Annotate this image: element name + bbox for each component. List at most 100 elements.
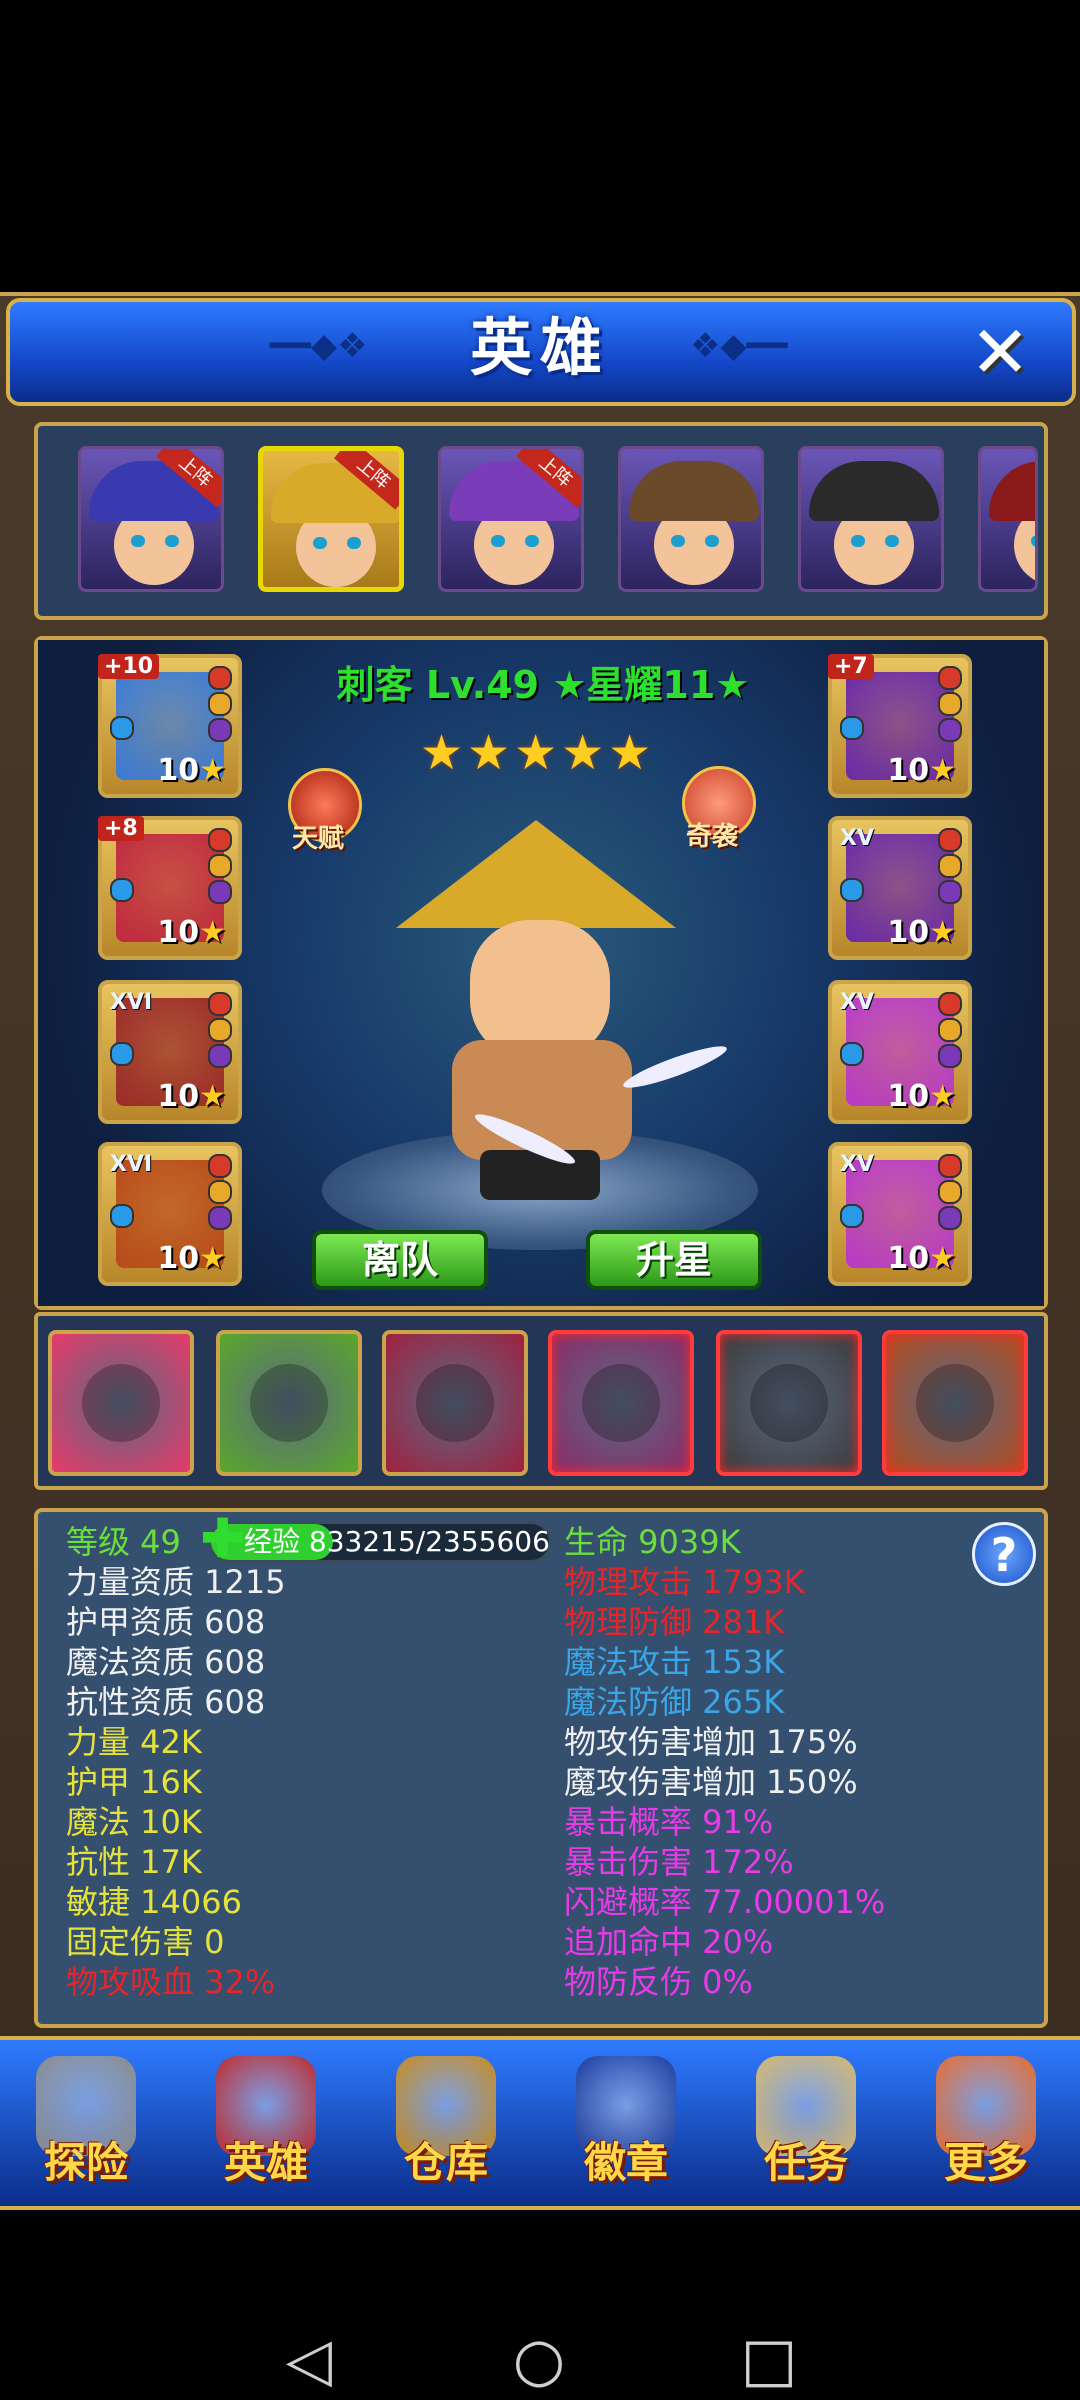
recents-button[interactable]: □ (724, 2330, 814, 2390)
equip-level: 10★ (887, 753, 956, 788)
skill-slot[interactable] (382, 1330, 528, 1476)
roster-hero-slot[interactable]: 上阵 (258, 446, 404, 592)
red-gem-icon (208, 1154, 232, 1178)
nav-item[interactable]: 徽章 (546, 2040, 706, 2206)
equip-slot-left[interactable]: XVI 10★ (98, 1142, 242, 1286)
red-gem-icon (938, 666, 962, 690)
skill-slot[interactable] (548, 1330, 694, 1476)
hero-class-level: 刺客 Lv.49 ★星耀11★ (336, 663, 750, 707)
hero-portrait-eyes (491, 535, 539, 547)
window-title: 英雄 (469, 311, 610, 384)
stat-line: 暴击概率 91% (564, 1803, 774, 1841)
star-icon: ★ (929, 1079, 956, 1114)
nav-label: 更多 (943, 2138, 1028, 2187)
skill-slot[interactable] (48, 1330, 194, 1476)
roster-hero-slot[interactable] (618, 446, 764, 592)
roster-hero-slot[interactable]: 上阵 (438, 446, 584, 592)
stat-line: 物防反伤 0% (564, 1963, 753, 2001)
gold-gem-icon (938, 1180, 962, 1204)
nav-label: 徽章 (583, 2138, 668, 2187)
blue-gem-icon (110, 716, 134, 740)
blue-gem-icon (110, 1042, 134, 1066)
skill-slot[interactable] (882, 1330, 1028, 1476)
equip-level-number: 10 (157, 753, 200, 788)
stat-line: 物理攻击 1793K (564, 1563, 805, 1601)
stat-line: 物攻伤害增加 175% (564, 1723, 858, 1761)
skill-slot[interactable] (716, 1330, 862, 1476)
nav-label: 英雄 (223, 2138, 308, 2187)
equip-slot-left[interactable]: +8 10★ (98, 816, 242, 960)
gold-gem-icon (208, 854, 232, 878)
home-button[interactable]: ○ (494, 2330, 584, 2390)
equip-level: 10★ (157, 1079, 226, 1114)
special-skill-label: 奇袭 (686, 822, 739, 852)
roster-hero-slot[interactable] (978, 446, 1038, 592)
stat-line: 护甲资质 608 (66, 1603, 266, 1641)
red-gem-icon (938, 1154, 962, 1178)
green-shield-icon (750, 1364, 828, 1442)
equip-level-number: 10 (887, 1241, 930, 1276)
hero-legs (480, 1150, 600, 1200)
help-button[interactable]: ? (972, 1522, 1036, 1586)
star-icon: ★ (199, 1241, 226, 1276)
star-icon: ★ (929, 753, 956, 788)
enhance-level: +8 (98, 816, 144, 841)
blue-gem-icon (840, 716, 864, 740)
star-rating: ★★★★★ (420, 725, 660, 785)
leave-team-button[interactable]: 离队 (312, 1230, 488, 1290)
equip-level: 10★ (887, 915, 956, 950)
hero-portrait-hat (629, 461, 759, 521)
gold-gem-icon (938, 1018, 962, 1042)
blue-gem-icon (110, 1204, 134, 1228)
exp-label: 经验 833215/2355606 (244, 1525, 550, 1558)
title-ornament-left-icon: ━━◆❖ (270, 326, 368, 366)
hero-portrait-hat (809, 461, 939, 521)
hero-portrait-eyes (671, 535, 719, 547)
talent-label: 天赋 (292, 824, 345, 854)
nav-item[interactable]: 任务 (726, 2040, 886, 2206)
stat-line: 魔法资质 608 (66, 1643, 266, 1681)
add-exp-icon[interactable]: ✚ (200, 1512, 245, 1566)
stat-line: 敏捷 14066 (66, 1883, 242, 1921)
upgrade-star-button[interactable]: 升星 (586, 1230, 762, 1290)
purple-gem-icon (938, 1206, 962, 1230)
skull-icon (250, 1364, 328, 1442)
gold-gem-icon (208, 1180, 232, 1204)
star-icon: ★ (929, 1241, 956, 1276)
stat-line: 生命 9039K (564, 1523, 741, 1561)
purple-gem-icon (938, 718, 962, 742)
stat-line: 魔法攻击 153K (564, 1643, 785, 1681)
roster-hero-slot[interactable] (798, 446, 944, 592)
equip-level: 10★ (157, 1241, 226, 1276)
roster-hero-slot[interactable]: 上阵 (78, 446, 224, 592)
equip-slot-left[interactable]: XVI 10★ (98, 980, 242, 1124)
blue-gem-icon (840, 878, 864, 902)
stat-line: 护甲 16K (66, 1763, 202, 1801)
stat-line: 力量资质 1215 (66, 1563, 286, 1601)
red-gem-icon (208, 992, 232, 1016)
close-button[interactable]: ✕ (960, 312, 1040, 392)
equip-level-number: 10 (157, 1079, 200, 1114)
gold-gem-icon (938, 854, 962, 878)
equip-slot-right[interactable]: XV 10★ (828, 1142, 972, 1286)
nav-item[interactable]: 更多 (906, 2040, 1066, 2206)
equip-slot-right[interactable]: XV 10★ (828, 980, 972, 1124)
claw-icon (416, 1364, 494, 1442)
nav-item[interactable]: 仓库 (366, 2040, 526, 2206)
equip-slot-right[interactable]: XV 10★ (828, 816, 972, 960)
nav-item[interactable]: 探险 (6, 2040, 166, 2206)
red-gem-icon (938, 992, 962, 1016)
nav-item[interactable]: 英雄 (186, 2040, 346, 2206)
equip-slot-right[interactable]: +7 10★ (828, 654, 972, 798)
star-icon: ★ (199, 1079, 226, 1114)
back-button[interactable]: ◁ (264, 2330, 354, 2390)
mace-icon (82, 1364, 160, 1442)
skill-slot[interactable] (216, 1330, 362, 1476)
star-icon: ★ (929, 915, 956, 950)
stat-line: 闪避概率 77.00001% (564, 1883, 886, 1921)
purple-gem-icon (208, 1206, 232, 1230)
red-gem-icon (208, 666, 232, 690)
equip-slot-left[interactable]: +10 10★ (98, 654, 242, 798)
nav-label: 探险 (43, 2138, 128, 2187)
red-gem-icon (938, 828, 962, 852)
